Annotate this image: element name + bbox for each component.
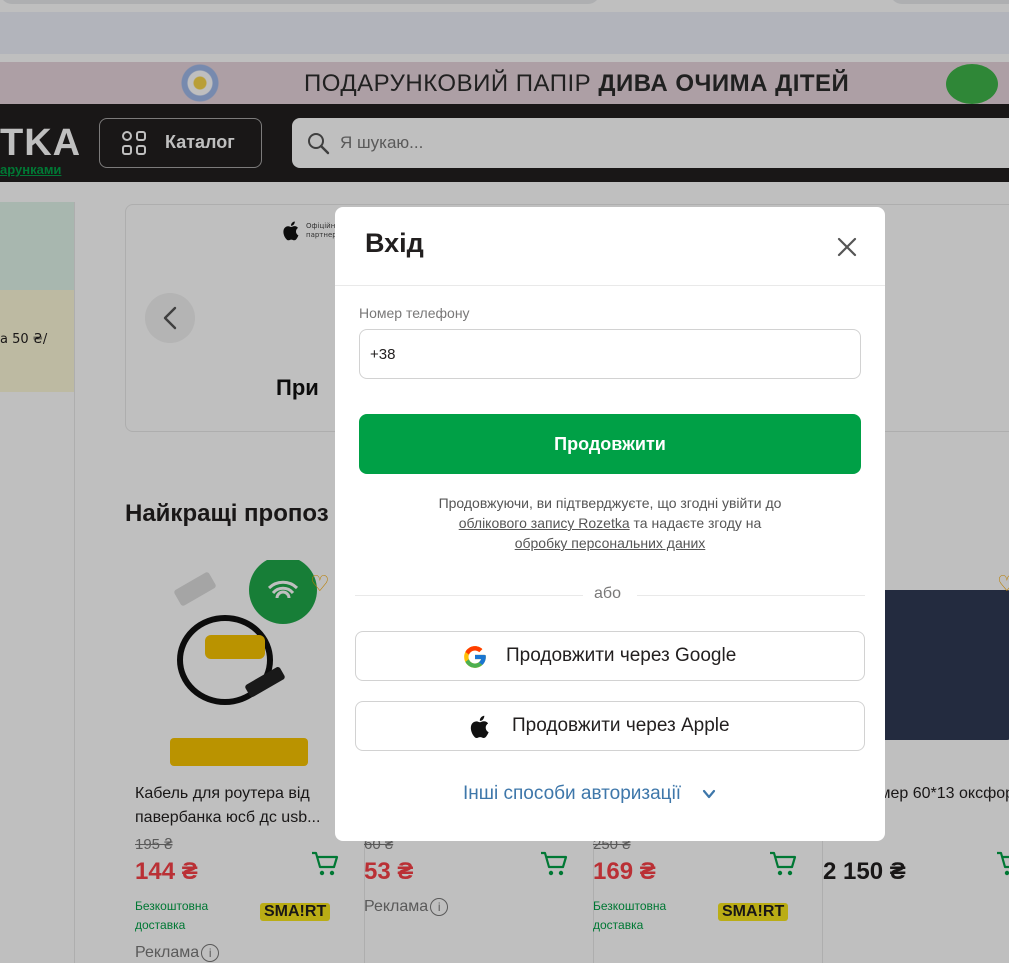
close-button[interactable]	[831, 231, 863, 263]
consent-text: Продовжуючи, ви підтверджуєте, що згодні…	[375, 493, 845, 553]
divider-line	[637, 595, 865, 596]
phone-label: Номер телефону	[359, 305, 470, 321]
divider-line	[355, 595, 583, 596]
apple-login-button[interactable]: Продовжити через Apple	[355, 701, 865, 751]
other-auth-methods-label: Інші способи авторизації	[463, 783, 682, 804]
modal-title: Вхід	[365, 228, 424, 258]
account-terms-link[interactable]: облікового запису Rozetka	[459, 515, 630, 531]
close-icon	[837, 237, 857, 257]
apple-icon	[470, 715, 489, 738]
google-login-label: Продовжити через Google	[506, 645, 737, 666]
apple-login-label: Продовжити через Apple	[512, 715, 730, 736]
modal-header: Вхід	[335, 207, 885, 286]
consent-text-mid: та надаєте згоду на	[629, 515, 762, 531]
chevron-down-icon	[703, 789, 716, 799]
other-auth-methods-toggle[interactable]: Інші способи авторизації	[463, 783, 716, 805]
google-login-button[interactable]: Продовжити через Google	[355, 631, 865, 681]
continue-button[interactable]: Продовжити	[359, 414, 861, 474]
or-divider: або	[355, 585, 865, 605]
consent-text-start: Продовжуючи, ви підтверджуєте, що згодні…	[438, 495, 782, 511]
personal-data-link[interactable]: обробку персональних даних	[515, 535, 706, 551]
google-icon	[464, 646, 486, 668]
login-modal: Вхід Номер телефону Продовжити Продовжую…	[335, 207, 885, 841]
phone-input[interactable]	[359, 329, 861, 379]
or-text: або	[594, 585, 621, 602]
